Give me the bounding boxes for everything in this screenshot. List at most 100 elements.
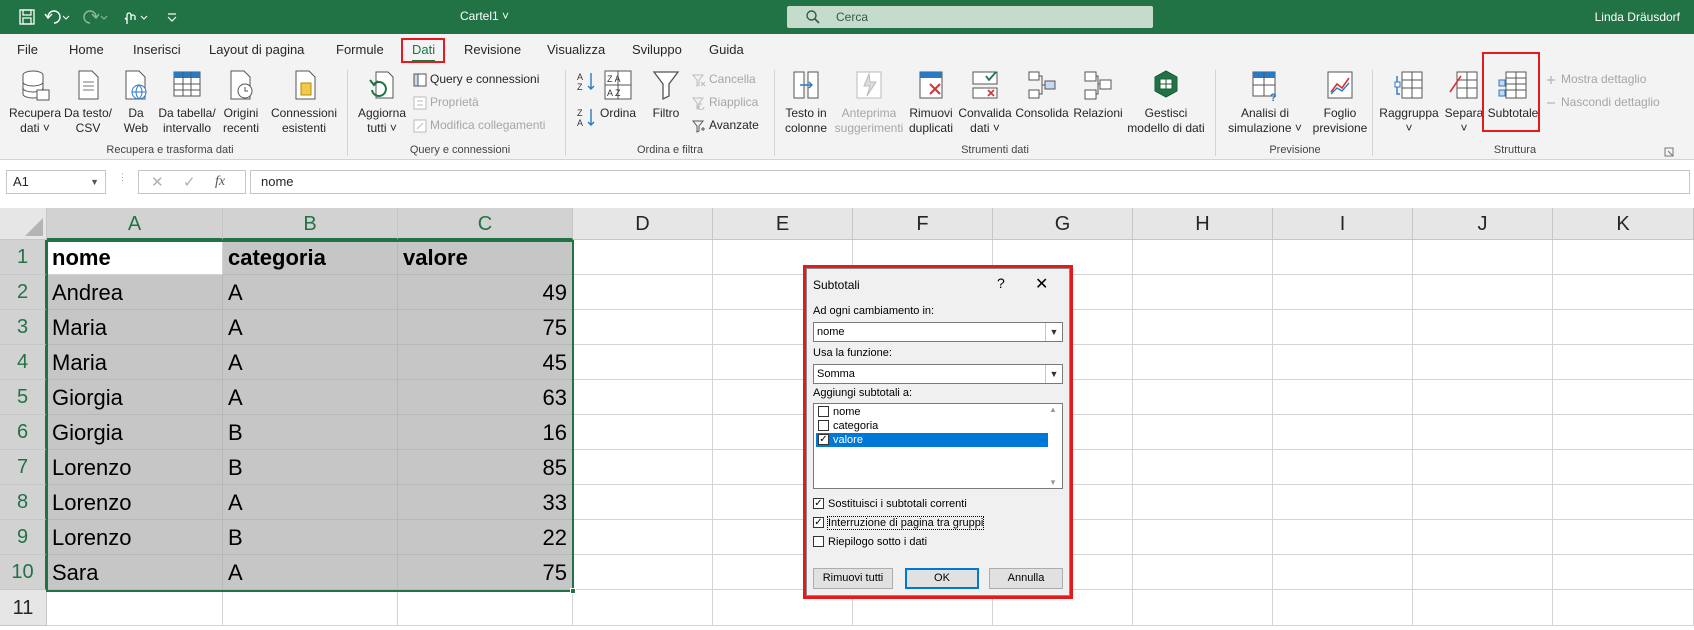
cell-c5[interactable]: 63 bbox=[398, 380, 573, 415]
tab-file[interactable]: File bbox=[17, 42, 38, 57]
cell-i4[interactable] bbox=[1273, 345, 1413, 380]
tab-revisione[interactable]: Revisione bbox=[464, 42, 521, 57]
cell-b9[interactable]: B bbox=[223, 520, 398, 555]
cell-c11[interactable] bbox=[398, 590, 573, 626]
cell-k2[interactable] bbox=[1553, 275, 1694, 310]
function-select[interactable]: Somma ▼ bbox=[813, 364, 1063, 384]
cell-h7[interactable] bbox=[1133, 450, 1273, 485]
name-box[interactable]: A1 ▼ bbox=[6, 170, 106, 194]
tab-inserisci[interactable]: Inserisci bbox=[133, 42, 181, 57]
cell-j8[interactable] bbox=[1413, 485, 1553, 520]
row-header-7[interactable]: 7 bbox=[0, 450, 47, 485]
formula-input[interactable]: nome bbox=[250, 170, 1690, 194]
column-header-b[interactable]: B bbox=[223, 208, 398, 240]
cell-b8[interactable]: A bbox=[223, 485, 398, 520]
option-page-break[interactable]: ✓ Interruzione di pagina tra gruppi bbox=[813, 516, 985, 530]
cell-c6[interactable]: 16 bbox=[398, 415, 573, 450]
option-summary-below[interactable]: Riepilogo sotto i dati bbox=[813, 535, 927, 548]
column-header-e[interactable]: E bbox=[713, 208, 853, 240]
ordina-button[interactable]: Z AA Z Ordina bbox=[598, 68, 638, 121]
cell-a9[interactable]: Lorenzo bbox=[47, 520, 223, 555]
modifica-collegamenti-button[interactable]: Modifica collegamenti bbox=[413, 116, 545, 134]
mostra-dettaglio-button[interactable]: Mostra dettaglio bbox=[1544, 70, 1646, 88]
cell-d3[interactable] bbox=[573, 310, 713, 345]
cell-b10[interactable]: A bbox=[223, 555, 398, 590]
cell-a7[interactable]: Lorenzo bbox=[47, 450, 223, 485]
tab-sviluppo[interactable]: Sviluppo bbox=[632, 42, 682, 57]
cell-i9[interactable] bbox=[1273, 520, 1413, 555]
connessioni-esistenti-button[interactable]: Connessioni esistenti bbox=[270, 68, 338, 136]
cell-d10[interactable] bbox=[573, 555, 713, 590]
avanzate-button[interactable]: Avanzate bbox=[692, 116, 759, 134]
customize-toolbar-icon[interactable] bbox=[166, 8, 178, 26]
cell-c7[interactable]: 85 bbox=[398, 450, 573, 485]
redo-icon[interactable] bbox=[82, 8, 108, 26]
cell-j11[interactable] bbox=[1413, 590, 1553, 626]
cell-c1[interactable]: valore bbox=[398, 240, 573, 275]
cell-a6[interactable]: Giorgia bbox=[47, 415, 223, 450]
cell-a3[interactable]: Maria bbox=[47, 310, 223, 345]
cancella-button[interactable]: Cancella bbox=[692, 70, 756, 88]
column-header-d[interactable]: D bbox=[573, 208, 713, 240]
separa-button[interactable]: Separa ˅ bbox=[1442, 68, 1486, 136]
option-replace-subtotals[interactable]: ✓ Sostituisci i subtotali correnti bbox=[813, 497, 967, 510]
document-title[interactable]: Cartel1 ˅ bbox=[460, 9, 509, 23]
cell-i11[interactable] bbox=[1273, 590, 1413, 626]
cell-j1[interactable] bbox=[1413, 240, 1553, 275]
cell-k1[interactable] bbox=[1553, 240, 1694, 275]
scroll-up-icon[interactable]: ▲ bbox=[1049, 405, 1057, 414]
da-web-button[interactable]: Da Web bbox=[116, 68, 156, 136]
sort-az-button[interactable]: AZ bbox=[576, 70, 598, 92]
cell-j10[interactable] bbox=[1413, 555, 1553, 590]
fill-handle[interactable] bbox=[570, 588, 576, 594]
row-header-3[interactable]: 3 bbox=[0, 310, 47, 345]
foglio-previsione-button[interactable]: Foglio previsione bbox=[1308, 68, 1372, 136]
list-scrollbar[interactable]: ▲ ▼ bbox=[1046, 405, 1061, 487]
checkbox[interactable] bbox=[813, 535, 824, 547]
cancel-button[interactable]: Annulla bbox=[989, 568, 1063, 589]
checkbox[interactable]: ✓ bbox=[813, 497, 824, 509]
cell-k11[interactable] bbox=[1553, 590, 1694, 626]
cell-h8[interactable] bbox=[1133, 485, 1273, 520]
cell-b7[interactable]: B bbox=[223, 450, 398, 485]
cell-a4[interactable]: Maria bbox=[47, 345, 223, 380]
touch-mode-icon[interactable] bbox=[122, 8, 150, 26]
checkbox[interactable]: ✓ bbox=[813, 516, 824, 528]
aggiorna-tutti-button[interactable]: Aggiorna tutti ˅ bbox=[356, 68, 408, 136]
raggruppa-button[interactable]: Raggruppa ˅ bbox=[1378, 68, 1440, 136]
cell-a2[interactable]: Andrea bbox=[47, 275, 223, 310]
checkbox[interactable] bbox=[818, 419, 829, 431]
query-connessioni-button[interactable]: Query e connessioni bbox=[413, 70, 539, 88]
cell-d2[interactable] bbox=[573, 275, 713, 310]
ok-button[interactable]: OK bbox=[905, 568, 979, 589]
cell-c8[interactable]: 33 bbox=[398, 485, 573, 520]
cell-b6[interactable]: B bbox=[223, 415, 398, 450]
column-header-h[interactable]: H bbox=[1133, 208, 1273, 240]
cell-k3[interactable] bbox=[1553, 310, 1694, 345]
nascondi-dettaglio-button[interactable]: Nascondi dettaglio bbox=[1544, 93, 1660, 111]
cell-d5[interactable] bbox=[573, 380, 713, 415]
undo-icon[interactable] bbox=[44, 8, 70, 26]
tab-guida[interactable]: Guida bbox=[709, 42, 744, 57]
cell-i8[interactable] bbox=[1273, 485, 1413, 520]
cell-j6[interactable] bbox=[1413, 415, 1553, 450]
cell-h2[interactable] bbox=[1133, 275, 1273, 310]
cell-k5[interactable] bbox=[1553, 380, 1694, 415]
row-header-1[interactable]: 1 bbox=[0, 240, 47, 275]
remove-all-button[interactable]: Rimuovi tutti bbox=[813, 568, 893, 589]
cell-d11[interactable] bbox=[573, 590, 713, 626]
recupera-dati-button[interactable]: Recupera dati ˅ bbox=[8, 68, 62, 136]
chevron-down-icon[interactable]: ▼ bbox=[90, 171, 99, 193]
anteprima-suggerimenti-button[interactable]: Anteprima suggerimenti bbox=[834, 68, 904, 136]
column-header-j[interactable]: J bbox=[1413, 208, 1553, 240]
cell-h10[interactable] bbox=[1133, 555, 1273, 590]
checkbox[interactable] bbox=[818, 405, 829, 417]
column-header-c[interactable]: C bbox=[398, 208, 573, 240]
da-testo-csv-button[interactable]: Da testo/CSV bbox=[63, 68, 113, 136]
cell-h1[interactable] bbox=[1133, 240, 1273, 275]
column-header-i[interactable]: I bbox=[1273, 208, 1413, 240]
cell-b1[interactable]: categoria bbox=[223, 240, 398, 275]
cell-h6[interactable] bbox=[1133, 415, 1273, 450]
gestisci-modello-button[interactable]: Gestisci modello di dati bbox=[1124, 68, 1208, 136]
add-subtotal-list[interactable]: nome categoria ✓ valore ▲ ▼ bbox=[813, 403, 1063, 489]
